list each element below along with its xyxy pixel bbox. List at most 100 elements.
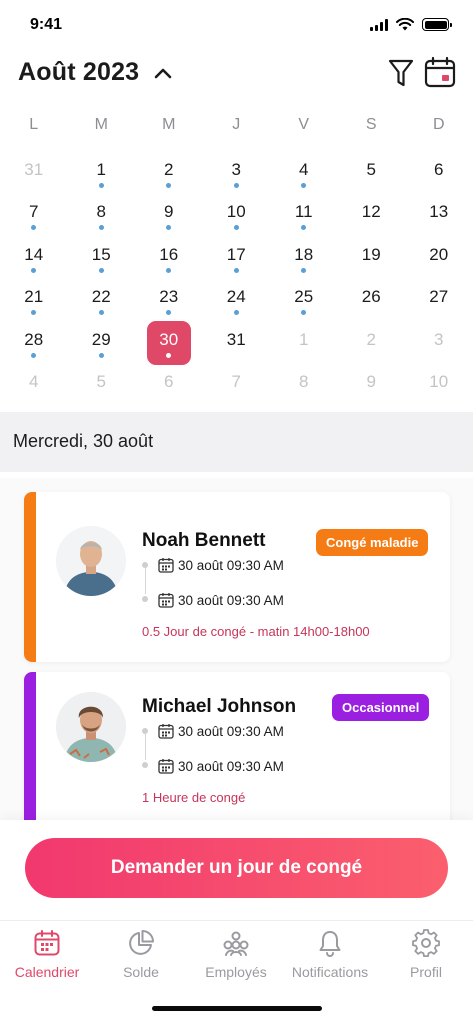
calendar-icon [158, 759, 174, 774]
calendar-day[interactable]: 2 [135, 152, 203, 194]
day-number: 27 [429, 287, 449, 307]
day-number: 24 [226, 287, 246, 307]
day-number: 29 [91, 329, 111, 349]
tab-notifications[interactable]: Notifications [283, 929, 377, 989]
calendar-day[interactable]: 14 [0, 237, 68, 279]
leave-list: Noah Bennett Congé maladie 30 août 09:30… [0, 478, 473, 820]
tab-solde[interactable]: Solde [94, 929, 188, 989]
calendar-day[interactable]: 7 [203, 364, 271, 406]
day-number: 6 [164, 371, 174, 391]
month-title: Août 2023 [18, 58, 140, 86]
leave-card[interactable]: Noah Bennett Congé maladie 30 août 09:30… [24, 492, 450, 662]
event-dot [31, 352, 37, 358]
weekday-label: S [365, 116, 377, 133]
weekday-label: V [298, 116, 310, 133]
calendar-day[interactable]: 9 [338, 364, 406, 406]
signal-icon [370, 18, 388, 31]
calendar-header: Août 2023 [0, 50, 473, 98]
leave-start-date: 30 août 09:30 AM [178, 557, 284, 573]
calendar-day[interactable]: 8 [270, 364, 338, 406]
tab-employes[interactable]: Employés [189, 929, 283, 989]
weekday-label: M [162, 116, 176, 133]
day-number: 12 [361, 202, 381, 222]
calendar-day[interactable]: 21 [0, 279, 68, 321]
team-icon [223, 931, 249, 956]
calendar-day[interactable]: 29 [68, 322, 136, 364]
calendar-day[interactable]: 11 [270, 194, 338, 236]
calendar-day[interactable]: 18 [270, 237, 338, 279]
calendar-day[interactable]: 19 [338, 237, 406, 279]
calendar-day[interactable]: 31 [0, 152, 68, 194]
calendar-view-icon[interactable] [424, 56, 456, 88]
day-number: 19 [361, 244, 381, 264]
calendar-grid: 31 1 2 3 4 5 6 7 8 9 10 11 12 13 14 15 16 17 18 19 20 21 22 23 2… [0, 152, 473, 406]
day-number: 10 [226, 202, 246, 222]
leave-type-accent [24, 492, 36, 662]
leave-card[interactable]: Michael Johnson Occasionnel 30 août 09:3… [24, 672, 450, 820]
calendar-day[interactable]: 13 [405, 194, 473, 236]
calendar-day[interactable]: 22 [68, 279, 136, 321]
tab-calendrier[interactable]: Calendrier [0, 929, 94, 989]
calendar-day[interactable]: 15 [68, 237, 136, 279]
calendar-day[interactable]: 27 [405, 279, 473, 321]
calendar-day[interactable]: 1 [68, 152, 136, 194]
day-number: 8 [299, 371, 309, 391]
leave-end-date: 30 août 09:30 AM [178, 758, 284, 774]
calendar-day[interactable]: 4 [0, 364, 68, 406]
request-leave-button[interactable]: Demander un jour de congé [25, 838, 448, 898]
day-number: 4 [29, 371, 39, 391]
day-number: 7 [29, 202, 39, 222]
event-dot [98, 310, 104, 316]
day-number: 26 [361, 287, 381, 307]
filter-icon[interactable] [388, 58, 414, 88]
calendar-day[interactable]: 26 [338, 279, 406, 321]
calendar-day-selected[interactable]: 30 [135, 320, 203, 365]
calendar-day[interactable]: 20 [405, 237, 473, 279]
calendar-day[interactable]: 6 [135, 364, 203, 406]
calendar-day[interactable]: 24 [203, 279, 271, 321]
leave-end-date: 30 août 09:30 AM [178, 592, 284, 608]
wifi-icon [396, 18, 414, 31]
calendar-day[interactable]: 12 [338, 194, 406, 236]
tab-label: Employés [205, 964, 267, 980]
calendar-day[interactable]: 10 [203, 194, 271, 236]
calendar-day[interactable]: 3 [203, 152, 271, 194]
gear-icon [412, 929, 440, 957]
calendar-day[interactable]: 3 [405, 322, 473, 364]
day-number: 8 [96, 202, 106, 222]
leave-start-date: 30 août 09:30 AM [178, 723, 284, 739]
day-number: 20 [429, 244, 449, 264]
calendar-day[interactable]: 5 [68, 364, 136, 406]
calendar-day[interactable]: 23 [135, 279, 203, 321]
calendar-day[interactable]: 9 [135, 194, 203, 236]
calendar-day[interactable]: 6 [405, 152, 473, 194]
calendar-day[interactable]: 28 [0, 322, 68, 364]
calendar-icon [158, 724, 174, 739]
event-dot [166, 352, 172, 358]
leave-duration-note: 1 Heure de congé [142, 790, 246, 805]
calendar-day[interactable]: 5 [338, 152, 406, 194]
calendar-day[interactable]: 10 [405, 364, 473, 406]
day-number: 3 [434, 329, 444, 349]
weekday-label: L [29, 116, 39, 133]
calendar-day[interactable]: 16 [135, 237, 203, 279]
calendar-day[interactable]: 8 [68, 194, 136, 236]
avatar [56, 526, 126, 596]
day-number: 3 [231, 160, 241, 179]
chevron-up-icon[interactable] [152, 62, 174, 84]
calendar-day[interactable]: 25 [270, 279, 338, 321]
calendar-day[interactable]: 4 [270, 152, 338, 194]
leave-timeline: 30 août 09:30 AM 30 août 09:30 AM [142, 552, 392, 612]
cta-area: Demander un jour de congé [0, 820, 473, 920]
calendar-day[interactable]: 17 [203, 237, 271, 279]
day-number: 11 [294, 202, 313, 222]
day-number: 14 [24, 244, 44, 264]
tab-profil[interactable]: Profil [379, 929, 473, 989]
calendar-day[interactable]: 7 [0, 194, 68, 236]
day-number: 21 [24, 287, 44, 307]
leave-duration-note: 0.5 Jour de congé - matin 14h00-18h00 [142, 624, 370, 639]
calendar-day[interactable]: 31 [203, 322, 271, 364]
calendar-day[interactable]: 1 [270, 322, 338, 364]
calendar-day[interactable]: 2 [338, 322, 406, 364]
tab-label: Notifications [291, 964, 369, 980]
